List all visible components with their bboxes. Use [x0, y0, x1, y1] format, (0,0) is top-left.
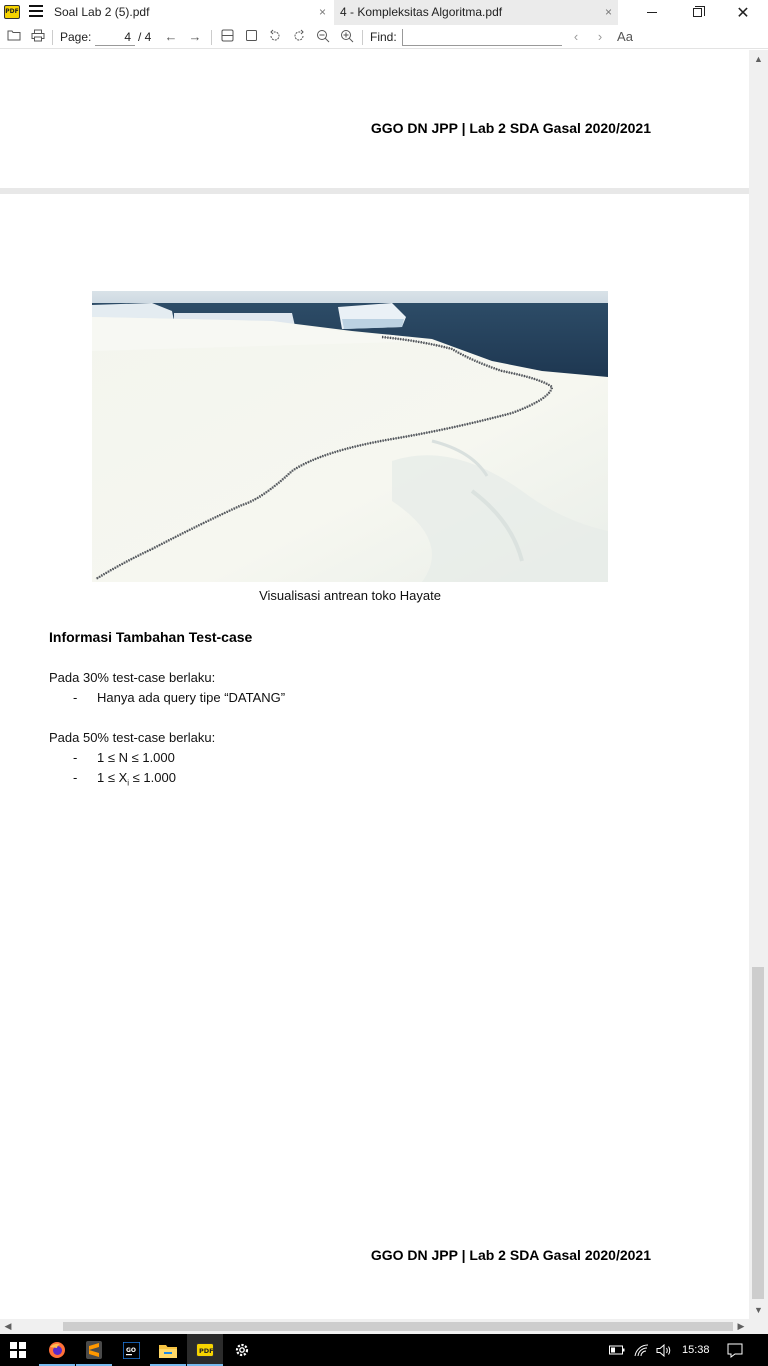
scroll-down-icon[interactable]: ▼	[749, 1303, 768, 1317]
vertical-scrollbar[interactable]: ▲ ▼	[749, 50, 768, 1319]
menu-icon[interactable]	[29, 5, 43, 19]
horizontal-scrollbar[interactable]: ◀ ▶	[0, 1319, 749, 1334]
tab-label: 4 - Kompleksitas Algoritma.pdf	[340, 5, 503, 19]
page-separator	[0, 188, 749, 194]
page-number-input[interactable]	[95, 29, 135, 46]
restore-icon	[692, 6, 705, 17]
paragraph-50-percent: Pada 50% test-case berlaku:	[49, 730, 216, 745]
scroll-right-icon[interactable]: ▶	[734, 1319, 748, 1334]
app-logo-icon: PDF	[4, 5, 20, 19]
next-page-icon[interactable]: →	[187, 29, 203, 45]
list-item: Hanya ada query tipe “DATANG”	[97, 690, 286, 705]
page-label: Page:	[60, 30, 92, 44]
tab-soal-lab[interactable]: Soal Lab 2 (5).pdf ×	[48, 0, 332, 25]
tab-kompleksitas[interactable]: 4 - Kompleksitas Algoritma.pdf ×	[334, 0, 618, 25]
queue-visualization-image	[92, 291, 608, 582]
firefox-icon	[49, 1342, 65, 1358]
scrollbar-corner	[749, 1319, 768, 1334]
tab-close-icon[interactable]: ×	[605, 0, 612, 25]
svg-text:PDF: PDF	[199, 1347, 214, 1355]
file-explorer-icon	[159, 1344, 177, 1358]
horizontal-scroll-thumb[interactable]	[63, 1322, 733, 1331]
close-button[interactable]: ✕	[720, 0, 766, 25]
rotate-left-icon[interactable]	[267, 29, 283, 45]
pdf-reader-icon: PDF	[196, 1343, 214, 1357]
bullet-dash: -	[73, 690, 78, 705]
taskbar: GO PDF 15:38	[0, 1334, 768, 1366]
start-button[interactable]	[0, 1334, 36, 1366]
taskbar-settings[interactable]	[224, 1334, 260, 1366]
clock[interactable]: 15:38	[682, 1334, 710, 1366]
constraint-prefix: 1 ≤ X	[97, 770, 128, 785]
match-case-button[interactable]: Aa	[616, 29, 634, 45]
battery-icon[interactable]	[609, 1334, 625, 1366]
close-icon: ✕	[736, 4, 750, 22]
vertical-scroll-thumb[interactable]	[752, 967, 764, 1299]
taskbar-pdf-reader[interactable]: PDF	[187, 1334, 223, 1366]
image-caption: Visualisasi antrean toko Hayate	[259, 588, 441, 603]
scroll-up-icon[interactable]: ▲	[749, 52, 768, 66]
page-total: / 4	[138, 30, 152, 44]
print-icon[interactable]	[30, 29, 46, 45]
title-bar: PDF Soal Lab 2 (5).pdf × 4 - Kompleksita…	[0, 0, 768, 25]
minimize-icon	[647, 12, 657, 13]
toolbar: Page: / 4 ← → Find: ‹ › Aa	[0, 25, 768, 49]
toolbar-separator	[52, 30, 53, 45]
find-input[interactable]	[402, 29, 562, 46]
settings-icon	[235, 1343, 249, 1357]
taskbar-file-explorer[interactable]	[150, 1334, 186, 1366]
section-heading: Informasi Tambahan Test-case	[49, 629, 253, 645]
taskbar-firefox[interactable]	[39, 1334, 75, 1366]
page-header-current: GGO DN JPP | Lab 2 SDA Gasal 2020/2021	[370, 1247, 651, 1263]
list-item: 1 ≤ Xi ≤ 1.000	[97, 770, 176, 788]
zoom-out-icon[interactable]	[315, 29, 331, 45]
taskbar-goland[interactable]: GO	[113, 1334, 149, 1366]
minimize-button[interactable]	[629, 0, 675, 25]
wifi-icon[interactable]	[634, 1334, 649, 1366]
rotate-right-icon[interactable]	[291, 29, 307, 45]
bullet-dash: -	[73, 770, 78, 785]
constraint-suffix: ≤ 1.000	[129, 770, 176, 785]
notification-icon[interactable]	[727, 1334, 743, 1366]
fit-page-icon[interactable]	[243, 29, 259, 45]
page-header-previous: GGO DN JPP | Lab 2 SDA Gasal 2020/2021	[370, 120, 651, 136]
bullet-dash: -	[73, 750, 78, 765]
maximize-button[interactable]	[674, 0, 720, 25]
document-viewer[interactable]: GGO DN JPP | Lab 2 SDA Gasal 2020/2021 V…	[0, 50, 749, 1319]
find-label: Find:	[370, 30, 397, 44]
find-next-icon[interactable]: ›	[592, 29, 608, 45]
fit-width-icon[interactable]	[219, 29, 235, 45]
paragraph-30-percent: Pada 30% test-case berlaku:	[49, 670, 216, 685]
volume-icon[interactable]	[656, 1334, 673, 1366]
open-folder-icon[interactable]	[6, 29, 22, 45]
taskbar-sublime[interactable]	[76, 1334, 112, 1366]
toolbar-separator	[362, 30, 363, 45]
svg-text:GO: GO	[126, 1347, 136, 1354]
toolbar-separator	[211, 30, 212, 45]
zoom-in-icon[interactable]	[339, 29, 355, 45]
list-item: 1 ≤ N ≤ 1.000	[97, 750, 175, 765]
tab-close-icon[interactable]: ×	[319, 0, 326, 25]
sublime-text-icon	[86, 1341, 102, 1359]
previous-page-icon[interactable]: ←	[163, 29, 179, 45]
tab-label: Soal Lab 2 (5).pdf	[54, 5, 150, 19]
start-icon	[10, 1342, 26, 1358]
find-previous-icon[interactable]: ‹	[568, 29, 584, 45]
scroll-left-icon[interactable]: ◀	[1, 1319, 15, 1334]
goland-icon: GO	[122, 1341, 140, 1359]
